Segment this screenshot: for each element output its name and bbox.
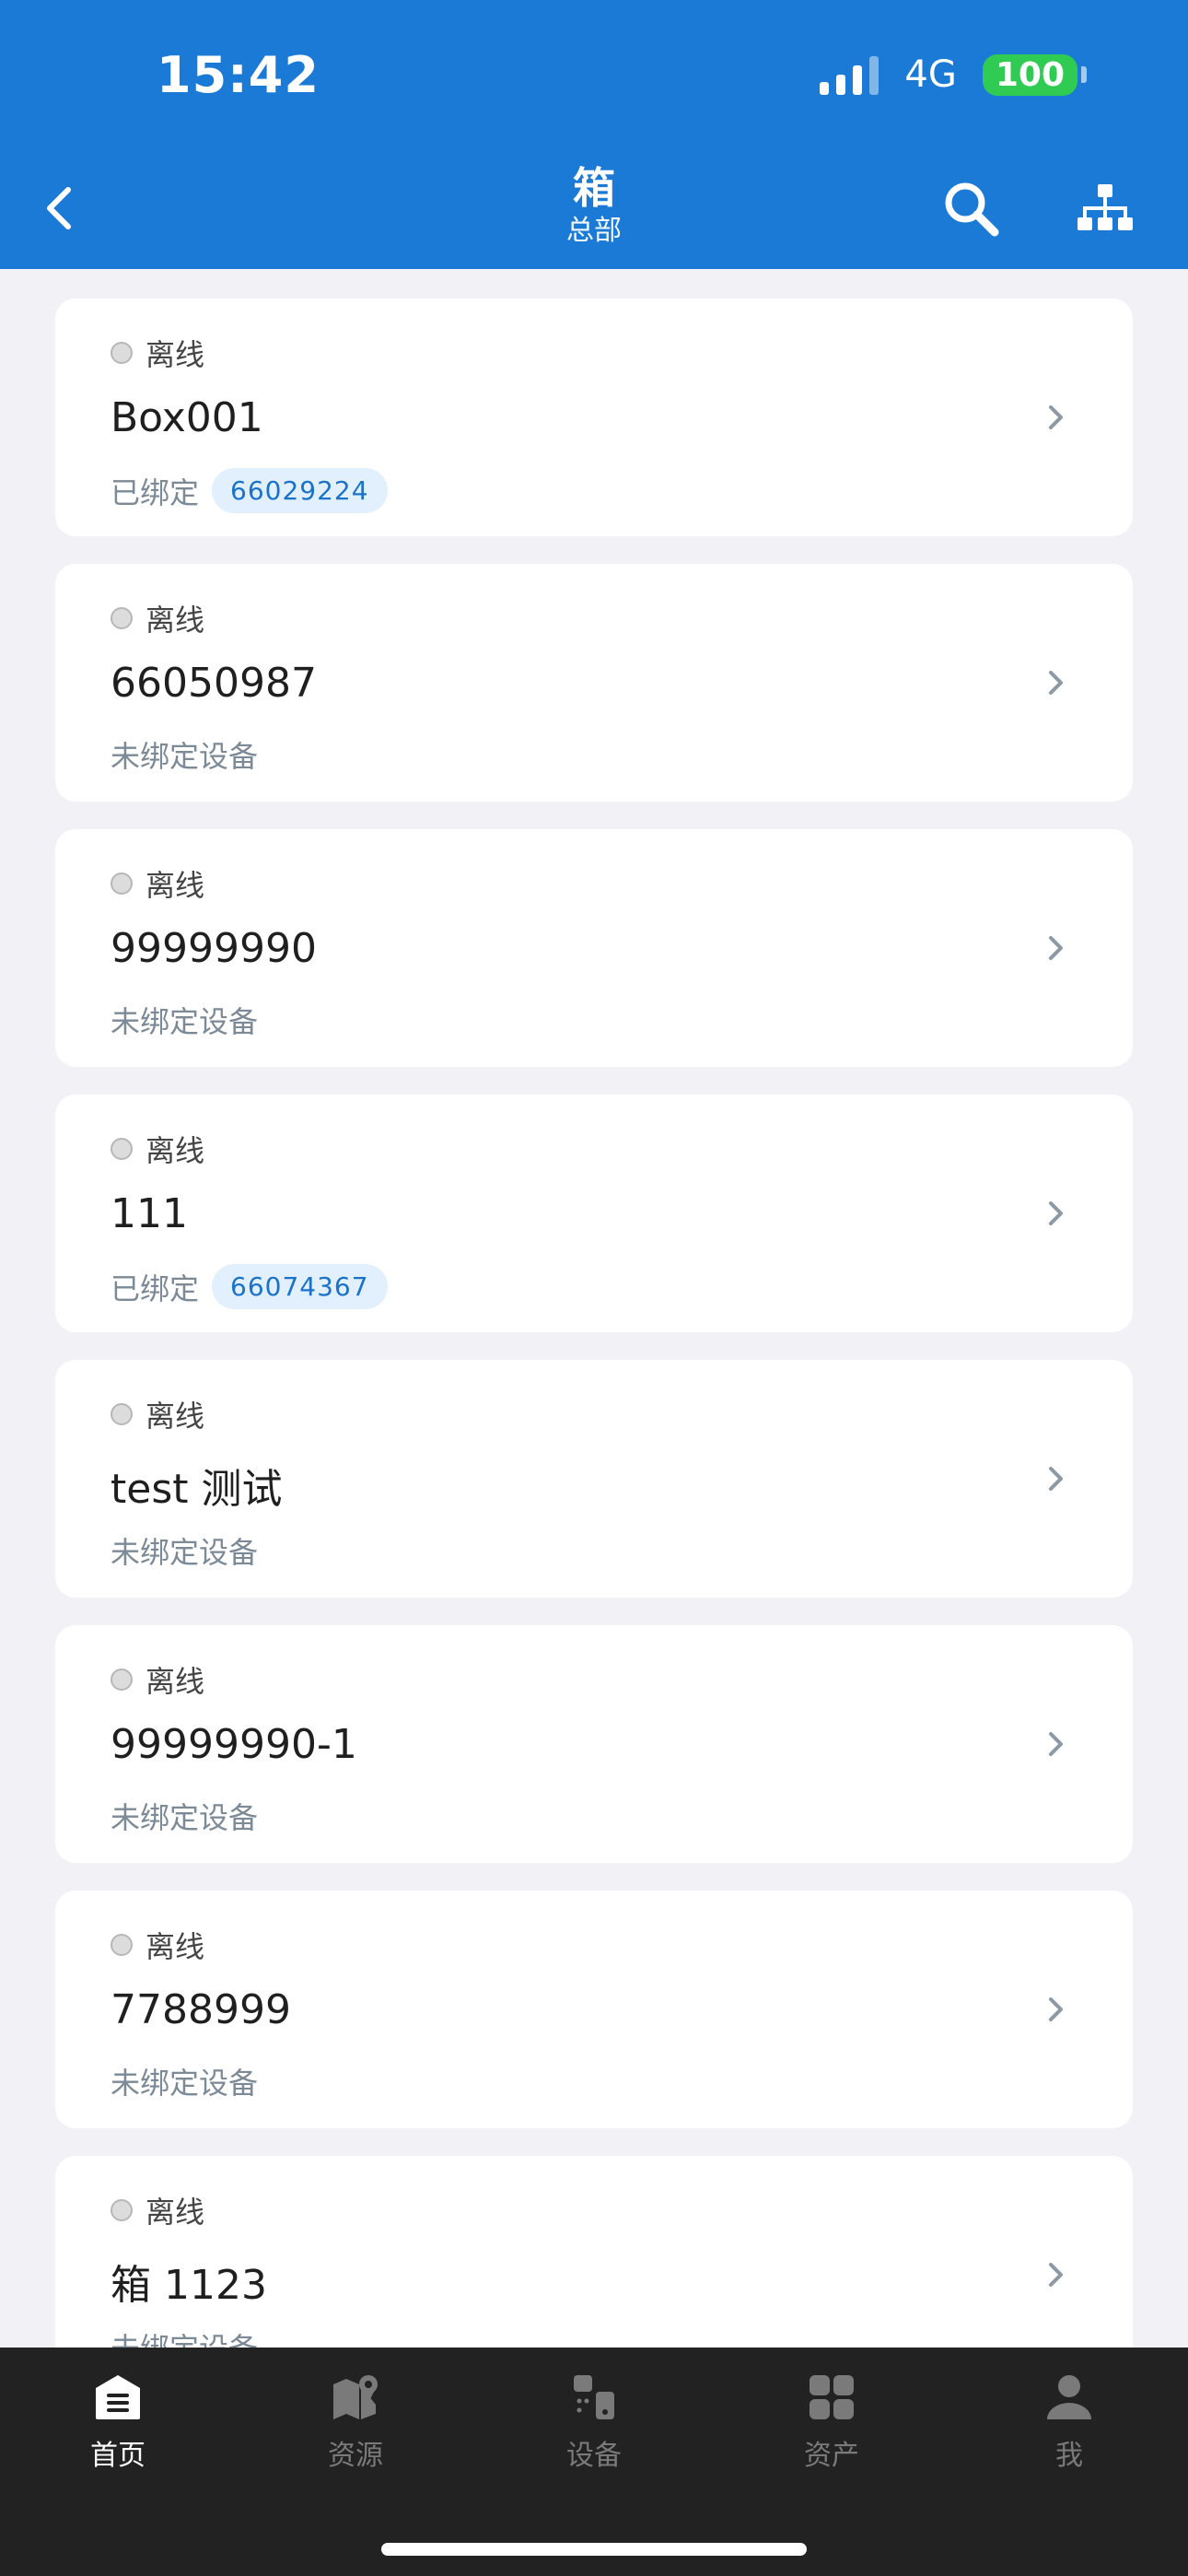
- status-row: 离线: [111, 2189, 204, 2231]
- status-row: 离线: [111, 332, 204, 374]
- bind-status: 未绑定设备: [111, 739, 259, 774]
- chevron-right-icon: [1049, 2263, 1063, 2287]
- chevron-right-icon: [1049, 1732, 1063, 1756]
- tab-label: 设备: [566, 2440, 622, 2472]
- tab-label: 资产: [804, 2440, 859, 2472]
- bind-row: 未绑定设备: [111, 1529, 258, 1572]
- status-dot-icon: [111, 1403, 133, 1425]
- bind-row: 未绑定设备: [111, 2325, 258, 2348]
- device-id-tag: 66029224: [212, 468, 388, 513]
- bind-status: 已绑定: [111, 1270, 200, 1306]
- status-row: 离线: [111, 1128, 204, 1170]
- list-item[interactable]: 离线 99999990 未绑定设备: [55, 829, 1133, 1067]
- tab-resources[interactable]: 资源: [282, 2371, 429, 2491]
- page-title: 箱: [573, 163, 615, 213]
- tab-label: 首页: [90, 2440, 146, 2472]
- bind-status: 未绑定设备: [111, 1800, 259, 1835]
- device-icon: [574, 2375, 614, 2419]
- tab-assets[interactable]: 资产: [758, 2371, 905, 2491]
- status-row: 离线: [111, 1393, 204, 1435]
- list-item[interactable]: 离线 test 测试 未绑定设备: [55, 1360, 1133, 1598]
- status-row: 离线: [111, 862, 204, 905]
- search-icon: [945, 182, 999, 237]
- battery-level: 100: [982, 53, 1077, 96]
- bind-row: 未绑定设备: [111, 733, 258, 776]
- tab-home[interactable]: 首页: [44, 2371, 192, 2491]
- chevron-right-icon: [1049, 405, 1063, 429]
- chevron-right-icon: [1049, 671, 1063, 695]
- search-button[interactable]: [939, 177, 1002, 240]
- map-pin-icon: [333, 2375, 378, 2419]
- bind-row: 已绑定 66029224: [111, 468, 388, 513]
- status-dot-icon: [111, 1138, 133, 1160]
- status-dot-icon: [111, 1669, 133, 1691]
- chevron-right-icon: [1049, 1997, 1063, 2021]
- bind-row: 未绑定设备: [111, 1795, 258, 1837]
- bind-status: 未绑定设备: [111, 1004, 259, 1039]
- battery-icon: 100: [982, 53, 1087, 96]
- user-icon: [1047, 2375, 1091, 2419]
- list-item[interactable]: 离线 Box001 已绑定 66029224: [55, 299, 1133, 536]
- status-dot-icon: [111, 342, 133, 364]
- network-label: 4G: [904, 53, 957, 96]
- status-label: 离线: [146, 1929, 205, 1964]
- list-item[interactable]: 离线 111 已绑定 66074367: [55, 1095, 1133, 1332]
- status-label: 离线: [146, 337, 205, 372]
- chevron-right-icon: [1049, 1467, 1063, 1491]
- status-dot-icon: [111, 1934, 133, 1956]
- tab-label: 资源: [328, 2440, 383, 2472]
- status-label: 离线: [146, 1664, 205, 1699]
- item-name: Box001: [111, 394, 263, 441]
- tab-bar: 首页 资源 设备 资产 我: [0, 2348, 1188, 2576]
- bind-status: 未绑定设备: [111, 2325, 258, 2348]
- status-dot-icon: [111, 2199, 133, 2221]
- list-item[interactable]: 离线 99999990-1 未绑定设备: [55, 1625, 1133, 1863]
- app-screen: 15:42 4G 100 箱 总部 离线 Box001 已绑定 66029224…: [0, 0, 1188, 2576]
- status-label: 离线: [146, 2195, 205, 2230]
- item-name: test 测试: [111, 1466, 283, 1513]
- item-name: 99999990-1: [111, 1721, 357, 1768]
- bind-row: 未绑定设备: [111, 2060, 258, 2102]
- status-dot-icon: [111, 607, 133, 629]
- status-label: 离线: [146, 1399, 205, 1434]
- status-row: 离线: [111, 1924, 204, 1966]
- item-name: 7788999: [111, 1986, 291, 2033]
- device-id-tag: 66074367: [212, 1264, 388, 1309]
- bind-row: 未绑定设备: [111, 999, 258, 1041]
- status-row: 离线: [111, 597, 204, 639]
- tab-devices[interactable]: 设备: [520, 2371, 668, 2491]
- item-name: 箱 1123: [111, 2262, 267, 2309]
- bind-status: 已绑定: [111, 474, 200, 510]
- status-label: 离线: [146, 1133, 205, 1168]
- bind-status: 未绑定设备: [111, 1535, 259, 1570]
- list-item[interactable]: 离线 箱 1123 未绑定设备: [55, 2156, 1133, 2348]
- list-item[interactable]: 离线 66050987 未绑定设备: [55, 564, 1133, 802]
- status-label: 离线: [146, 603, 205, 638]
- list-item[interactable]: 离线 7788999 未绑定设备: [55, 1891, 1133, 2128]
- item-name: 66050987: [111, 660, 317, 707]
- tab-me[interactable]: 我: [996, 2371, 1143, 2491]
- item-name: 111: [111, 1190, 188, 1237]
- status-label: 离线: [146, 868, 205, 903]
- header: 15:42 4G 100 箱 总部: [0, 0, 1188, 269]
- chevron-right-icon: [1049, 1201, 1063, 1225]
- bind-row: 已绑定 66074367: [111, 1264, 388, 1309]
- grid-icon: [809, 2375, 854, 2419]
- nav-title-block: 箱 总部: [0, 162, 1188, 249]
- chevron-right-icon: [1049, 936, 1063, 960]
- org-tree-icon: [1077, 184, 1133, 230]
- tab-label: 我: [1055, 2440, 1083, 2472]
- home-icon: [96, 2375, 140, 2419]
- signal-icon: [820, 54, 879, 95]
- home-indicator: [381, 2543, 807, 2556]
- status-dot-icon: [111, 872, 133, 895]
- status-indicators: 4G 100: [820, 53, 1087, 96]
- status-time: 15:42: [157, 46, 320, 104]
- bind-status: 未绑定设备: [111, 2066, 259, 2101]
- page-subtitle: 总部: [566, 215, 622, 247]
- org-tree-button[interactable]: [1076, 181, 1135, 240]
- box-list[interactable]: 离线 Box001 已绑定 66029224 离线 66050987 未绑定设备: [0, 269, 1188, 2348]
- item-name: 99999990: [111, 925, 317, 972]
- status-row: 离线: [111, 1658, 204, 1701]
